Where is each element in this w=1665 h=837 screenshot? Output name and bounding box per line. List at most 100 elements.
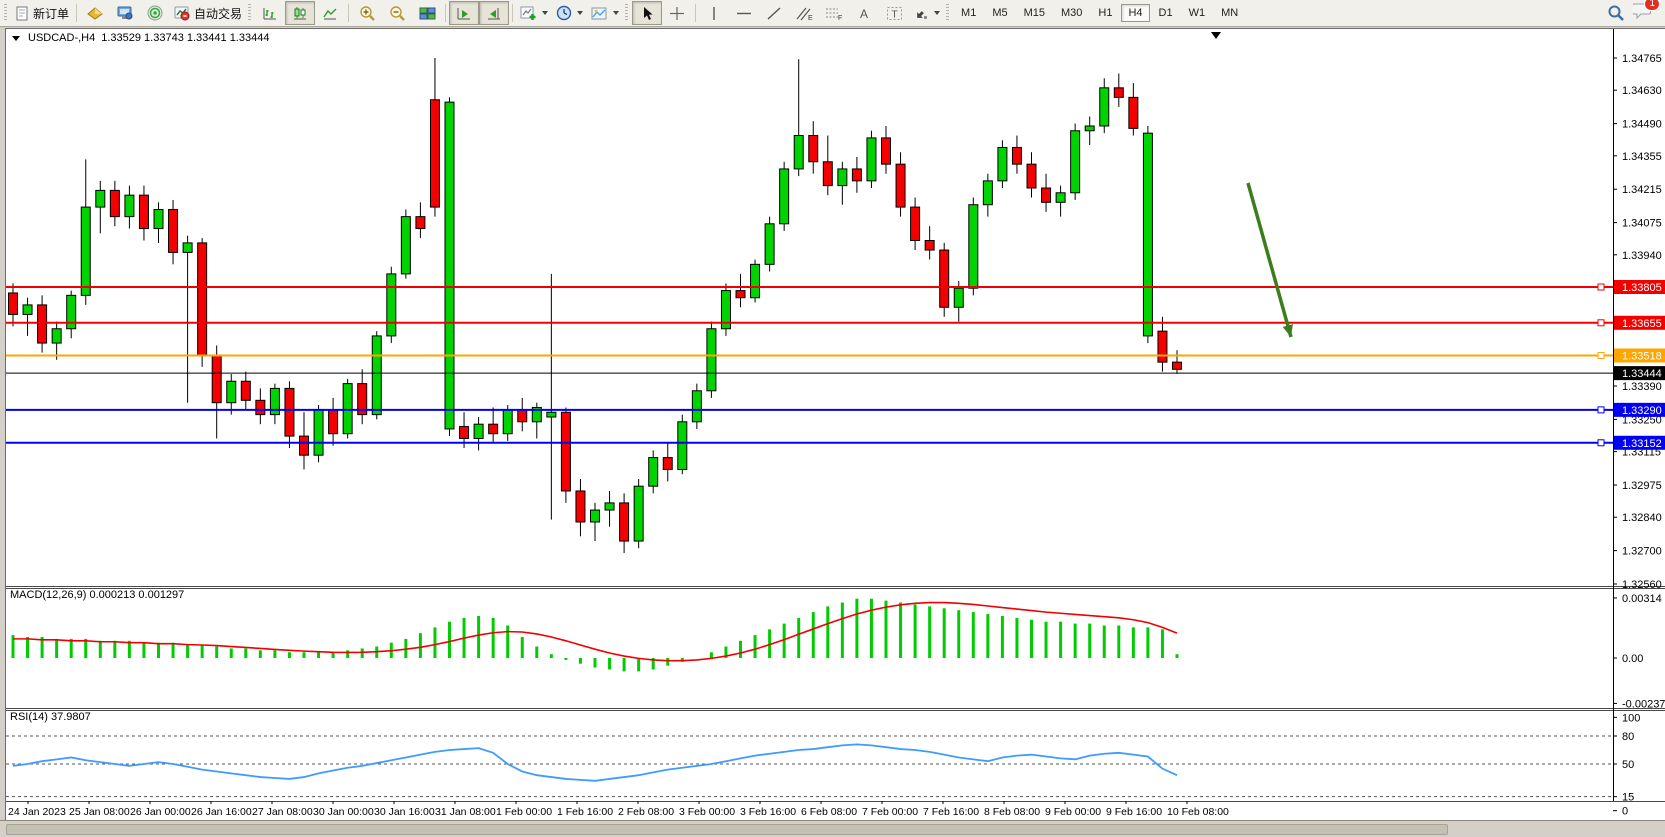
bull-candle (649, 458, 658, 487)
zoom-out-button[interactable] (382, 1, 412, 25)
bear-candle (256, 400, 265, 414)
new-order-button[interactable]: 新订单 (11, 1, 73, 25)
bull-candle (1085, 126, 1094, 131)
time-axis-label: 3 Feb 00:00 (679, 806, 735, 818)
scrollbar-thumb[interactable] (6, 824, 1448, 835)
tile-windows-button[interactable] (412, 1, 442, 25)
time-axis-label: 9 Feb 00:00 (1045, 806, 1101, 818)
channel-tool-button[interactable]: E (789, 1, 819, 25)
market-watch-button[interactable] (80, 1, 110, 25)
new-order-icon (15, 6, 30, 21)
timeframe-button-h4[interactable]: H4 (1121, 4, 1149, 22)
timeframe-button-m30[interactable]: M30 (1054, 4, 1089, 22)
bear-candle (882, 138, 891, 164)
auto-scroll-button[interactable] (449, 1, 479, 25)
timeframe-button-mn[interactable]: MN (1214, 4, 1245, 22)
macd-axis-label: 0.00314 (1622, 593, 1662, 605)
timeframe-button-m15[interactable]: M15 (1017, 4, 1052, 22)
symbol-period-label: USDCAD-,H4 (28, 32, 95, 44)
templates-button[interactable] (587, 1, 623, 25)
chart-shift-button[interactable] (479, 1, 509, 25)
notification-badge: 1 (1644, 0, 1660, 11)
hline-handle[interactable] (1598, 320, 1604, 326)
bear-candle (663, 458, 672, 470)
rsi-indicator-label: RSI(14) 37.9807 (10, 711, 91, 723)
trendline-icon (766, 6, 782, 21)
bull-candle (154, 209, 163, 228)
bear-candle (940, 250, 949, 307)
timeframe-button-m1[interactable]: M1 (954, 4, 983, 22)
toolbar: 新订单 (0, 0, 1665, 27)
bear-candle (852, 169, 861, 181)
text-label-tool-button[interactable]: T (879, 1, 909, 25)
bull-candle (794, 136, 803, 169)
timeframe-button-m5[interactable]: M5 (985, 4, 1014, 22)
time-axis-label: 30 Jan 00:00 (313, 806, 374, 818)
cursor-tool-button[interactable] (632, 1, 662, 25)
price-tick-label: 1.34630 (1622, 85, 1662, 97)
price-label-text: 1.33444 (1622, 368, 1662, 380)
notifications-button[interactable]: 1 (1633, 2, 1653, 25)
clock-icon (556, 5, 572, 21)
signals-button[interactable] (140, 1, 170, 25)
hline-handle[interactable] (1598, 440, 1604, 446)
time-axis-label: 30 Jan 16:00 (374, 806, 435, 818)
bear-candle (329, 410, 338, 434)
bull-candle (474, 424, 483, 438)
crosshair-tool-button[interactable] (662, 1, 692, 25)
bull-candle (838, 169, 847, 186)
new-chart-icon (520, 5, 537, 21)
arrow-annotation[interactable] (1248, 183, 1293, 337)
price-tick-label: 1.34765 (1622, 53, 1662, 65)
arrows-tool-button[interactable] (909, 1, 944, 25)
chart-canvas[interactable]: 1.347651.346301.344901.343551.342151.340… (6, 29, 1665, 821)
bar-chart-icon (262, 6, 278, 21)
line-chart-mode-button[interactable] (315, 1, 345, 25)
timeframe-button-w1[interactable]: W1 (1182, 4, 1213, 22)
bear-candle (561, 412, 570, 491)
search-icon[interactable] (1607, 4, 1625, 22)
bear-candle (518, 410, 527, 422)
macd-axis-label: -0.002376 (1622, 698, 1665, 710)
timeframe-button-h1[interactable]: H1 (1091, 4, 1119, 22)
price-label-text: 1.33152 (1622, 438, 1662, 450)
terminal-button[interactable] (110, 1, 140, 25)
bull-candle (503, 410, 512, 434)
time-axis[interactable]: 24 Jan 202325 Jan 08:0026 Jan 00:0026 Ja… (8, 801, 1229, 818)
bear-candle (139, 195, 148, 228)
bull-candle (867, 138, 876, 181)
rsi-line (13, 744, 1177, 780)
dropdown-caret (542, 11, 548, 15)
bull-candle (983, 181, 992, 205)
fibonacci-tool-button[interactable]: F (819, 1, 849, 25)
new-chart-button[interactable] (516, 1, 552, 25)
template-icon (591, 6, 608, 21)
hline-handle[interactable] (1598, 284, 1604, 290)
dropdown-caret (577, 11, 583, 15)
horizontal-line-tool-button[interactable] (729, 1, 759, 25)
candle-chart-mode-button[interactable] (285, 1, 315, 25)
rsi-axis-label: 100 (1622, 712, 1640, 724)
mt4-application: 新订单 (0, 0, 1665, 837)
time-axis-label: 6 Feb 08:00 (801, 806, 857, 818)
zoom-in-icon (359, 5, 376, 21)
hline-handle[interactable] (1598, 352, 1604, 358)
line-chart-icon (322, 6, 338, 21)
candlestick-icon (292, 6, 308, 21)
auto-trading-button[interactable]: 自动交易 (170, 1, 246, 25)
hline-handle[interactable] (1598, 407, 1604, 413)
vertical-line-tool-button[interactable] (699, 1, 729, 25)
collapse-triangle-icon[interactable] (12, 36, 20, 41)
trendline-tool-button[interactable] (759, 1, 789, 25)
timeframe-button-d1[interactable]: D1 (1152, 4, 1180, 22)
bull-candle (96, 190, 105, 207)
text-tool-button[interactable]: A (849, 1, 879, 25)
zoom-in-button[interactable] (352, 1, 382, 25)
periods-button[interactable] (552, 1, 587, 25)
chart-shift-marker[interactable] (1211, 32, 1221, 39)
text-label-icon: T (886, 6, 903, 21)
rsi-axis-label: 50 (1622, 759, 1634, 771)
bar-chart-mode-button[interactable] (255, 1, 285, 25)
bull-candle (751, 264, 760, 297)
price-tick-label: 1.32560 (1622, 579, 1662, 591)
